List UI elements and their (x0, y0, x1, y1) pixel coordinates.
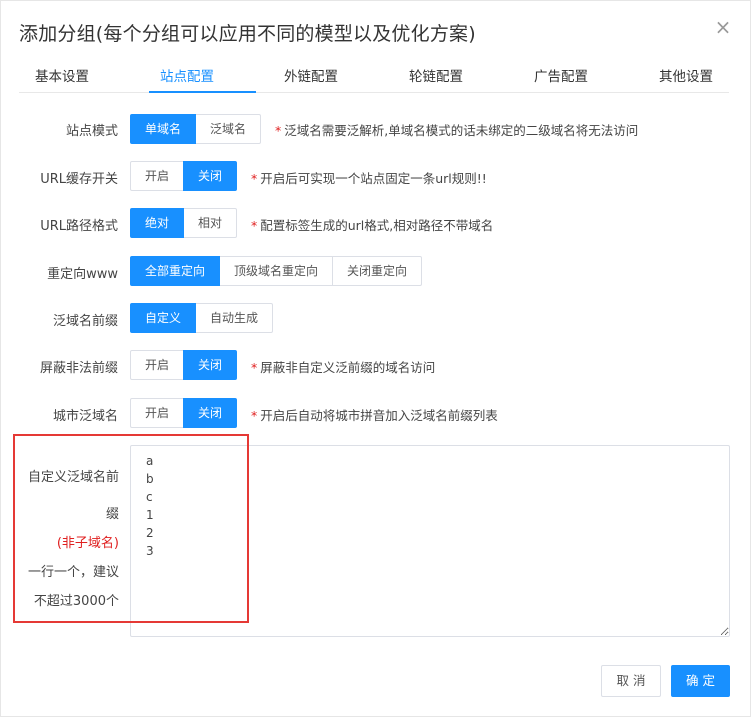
block-illegal-prefix-toggle: 开启 关闭 (130, 350, 238, 380)
url-path-relative-button[interactable]: 相对 (183, 208, 238, 238)
city-wildcard-label: 城市泛域名 (52, 409, 118, 424)
block-illegal-hint: * 屏蔽非自定义泛前缀的域名访问 (251, 360, 436, 375)
redirect-off-button[interactable]: 关闭重定向 (332, 256, 423, 286)
url-cache-label: URL缓存开关 (40, 172, 118, 187)
url-path-toggle: 绝对 相对 (130, 208, 238, 238)
tab-other-settings[interactable]: 其他设置 (659, 65, 713, 85)
site-mode-toggle: 单域名 泛域名 (130, 114, 262, 144)
url-path-absolute-button[interactable]: 绝对 (130, 208, 185, 238)
active-tab-indicator (149, 91, 256, 93)
redirect-www-toggle: 全部重定向 顶级域名重定向 关闭重定向 (130, 256, 423, 286)
tab-bar: 基本设置 站点配置 外链配置 轮链配置 广告配置 其他设置 (19, 57, 729, 93)
block-illegal-prefix-label: 屏蔽非法前缀 (39, 361, 118, 376)
city-wildcard-off-button[interactable]: 关闭 (183, 398, 238, 428)
red-highlight-box (13, 434, 249, 623)
wildcard-prefix-label: 泛域名前缀 (52, 314, 118, 329)
url-cache-on-button[interactable]: 开启 (130, 161, 185, 191)
add-group-dialog: 添加分组(每个分组可以应用不同的模型以及优化方案) × 基本设置 站点配置 外链… (0, 0, 751, 717)
tab-site-config[interactable]: 站点配置 (160, 65, 214, 85)
cancel-button[interactable]: 取 消 (601, 665, 661, 697)
tab-external-links[interactable]: 外链配置 (284, 65, 338, 85)
block-illegal-off-button[interactable]: 关闭 (183, 350, 238, 380)
site-mode-wildcard-button[interactable]: 泛域名 (195, 114, 262, 144)
tab-basic-settings[interactable]: 基本设置 (35, 65, 89, 85)
url-cache-off-button[interactable]: 关闭 (183, 161, 238, 191)
city-wildcard-hint: * 开启后自动将城市拼音加入泛域名前缀列表 (251, 408, 498, 423)
wildcard-prefix-custom-button[interactable]: 自定义 (130, 303, 197, 333)
url-path-hint: * 配置标签生成的url格式,相对路径不带域名 (251, 218, 494, 233)
redirect-all-button[interactable]: 全部重定向 (130, 256, 221, 286)
confirm-button[interactable]: 确 定 (671, 665, 730, 697)
redirect-top-domain-button[interactable]: 顶级域名重定向 (219, 256, 334, 286)
city-wildcard-toggle: 开启 关闭 (130, 398, 238, 428)
wildcard-prefix-toggle: 自定义 自动生成 (130, 303, 274, 333)
url-cache-toggle: 开启 关闭 (130, 161, 238, 191)
redirect-www-label: 重定向www (47, 267, 118, 282)
close-icon[interactable]: × (713, 17, 733, 37)
site-mode-label: 站点模式 (65, 124, 118, 139)
tab-ad-config[interactable]: 广告配置 (534, 65, 588, 85)
url-cache-hint: * 开启后可实现一个站点固定一条url规则!! (251, 171, 487, 186)
dialog-title: 添加分组(每个分组可以应用不同的模型以及优化方案) (19, 23, 476, 45)
wildcard-prefix-auto-button[interactable]: 自动生成 (195, 303, 274, 333)
url-path-label: URL路径格式 (40, 219, 118, 234)
tab-rotating-links[interactable]: 轮链配置 (409, 65, 463, 85)
site-mode-hint: * 泛域名需要泛解析,单域名模式的话未绑定的二级域名将无法访问 (275, 123, 639, 138)
city-wildcard-on-button[interactable]: 开启 (130, 398, 185, 428)
site-mode-single-button[interactable]: 单域名 (130, 114, 197, 144)
block-illegal-on-button[interactable]: 开启 (130, 350, 185, 380)
